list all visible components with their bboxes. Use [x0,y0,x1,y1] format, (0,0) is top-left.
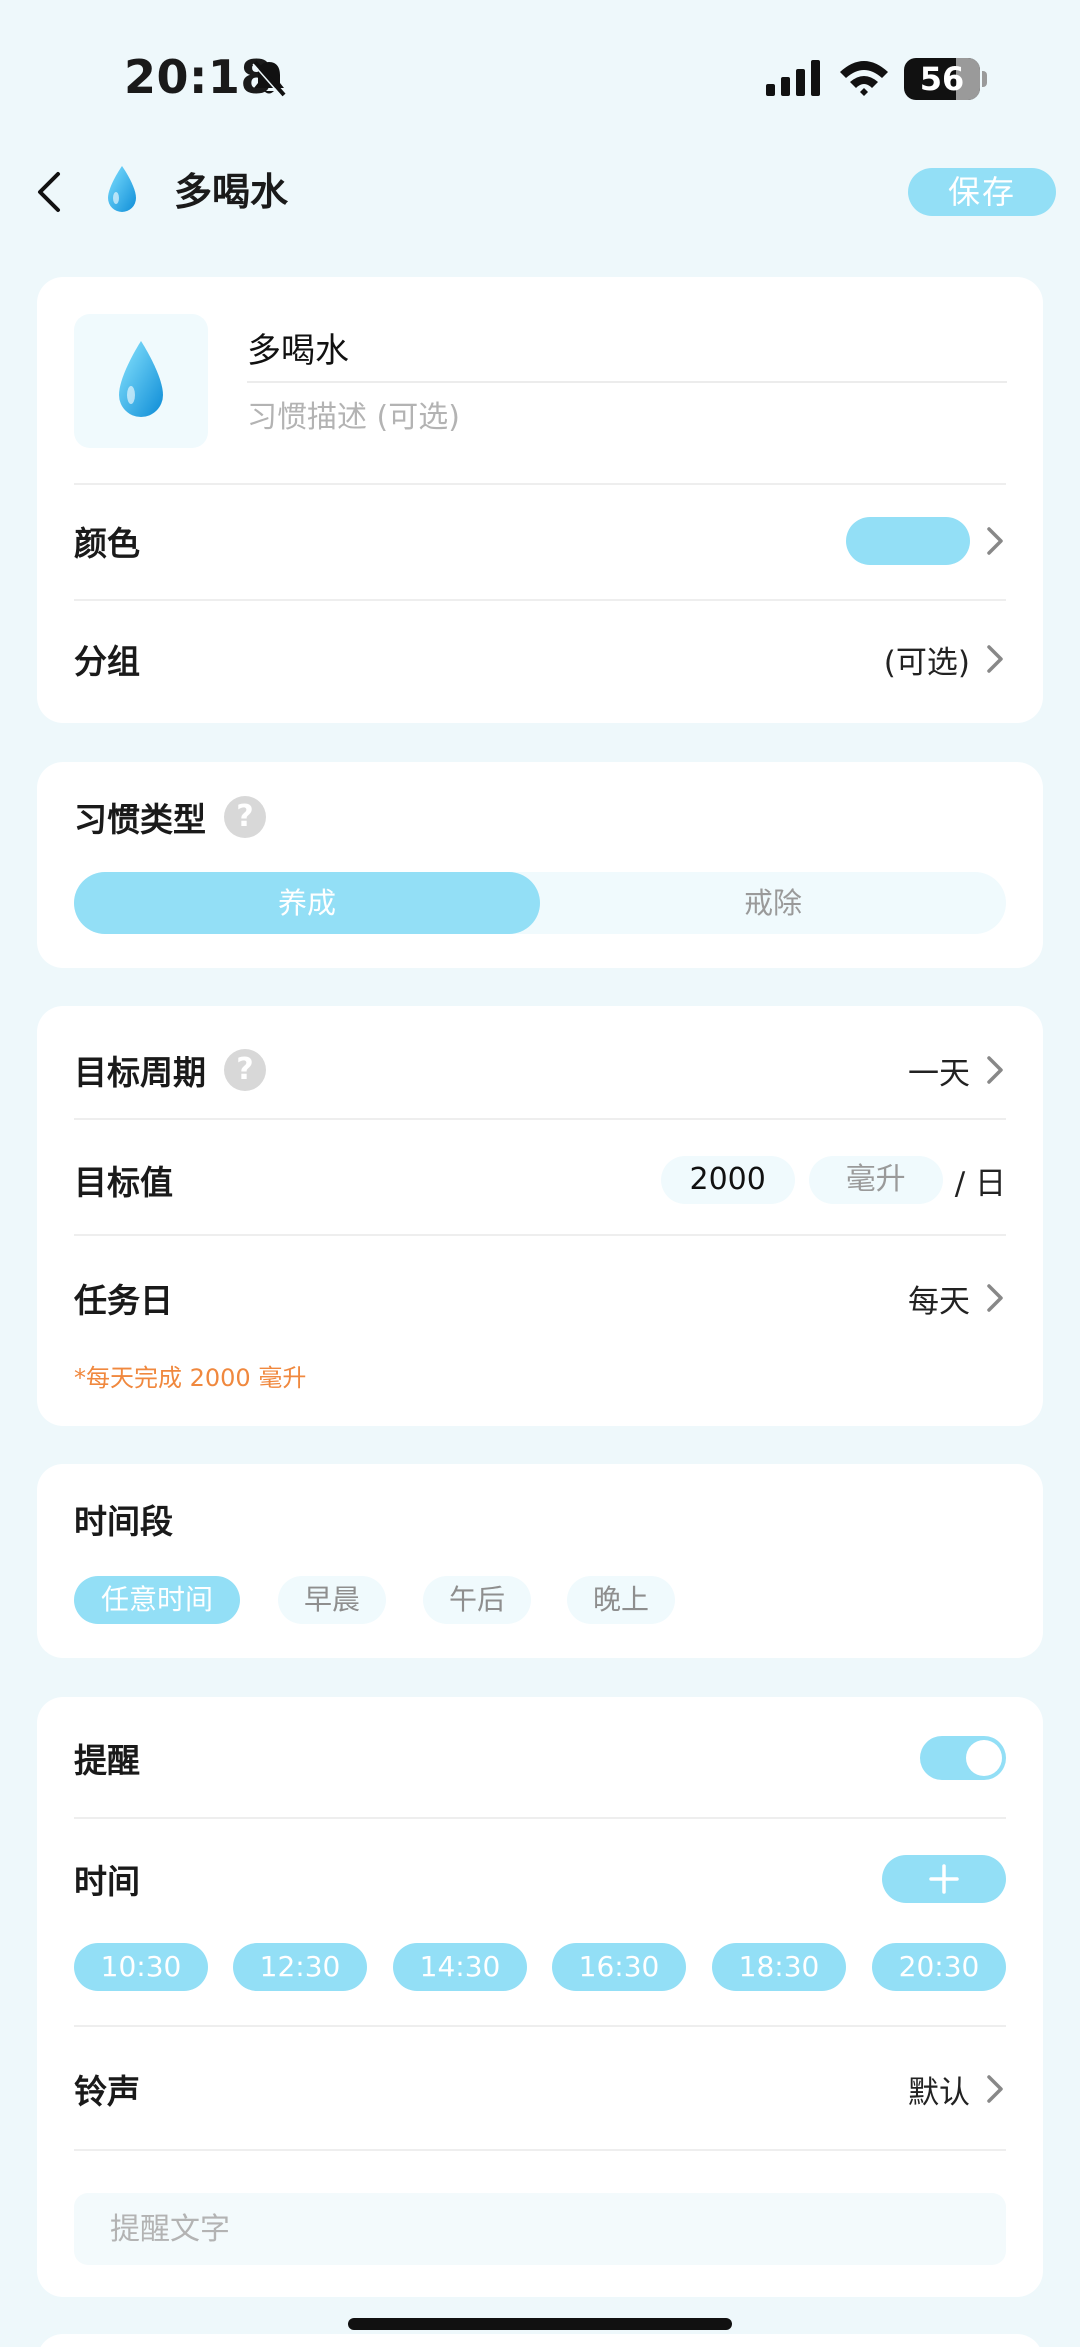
status-bar: 20:18 56 [0,0,1080,160]
chevron-right-icon [987,1056,1003,1084]
task-days-row[interactable]: 任务日 每天 [74,1242,1006,1354]
time-period-any[interactable]: 任意时间 [74,1576,240,1624]
nav-bar: 多喝水 保存 [0,150,1080,234]
divider [74,1234,1006,1236]
task-days-value: 每天 [908,1283,970,1320]
chevron-right-icon [987,1284,1003,1312]
reminder-time-chip[interactable]: 10:30 [74,1943,208,1991]
group-row[interactable]: 分组 (可选) [74,603,1006,715]
page-title: 多喝水 [174,170,289,214]
time-period-label: 时间段 [74,1502,173,1541]
group-label: 分组 [74,642,140,681]
goal-target-row: 目标值 2000 毫升 / 日 [74,1124,1006,1236]
reminder-time-label: 时间 [74,1862,140,1901]
habit-icon-picker[interactable] [74,314,208,448]
goal-target-label: 目标值 [74,1163,173,1202]
time-period-header: 时间段 [74,1464,1006,1574]
ringtone-label: 铃声 [74,2072,140,2111]
reminder-label: 提醒 [74,1741,140,1780]
divider [74,1817,1006,1819]
time-period-evening[interactable]: 晚上 [567,1576,675,1624]
goal-card: 目标周期 ? 一天 目标值 2000 毫升 / 日 任务日 每天 *每天完成 2… [37,1006,1043,1426]
habit-type-header: 习惯类型 ? [74,762,1006,872]
task-days-label: 任务日 [74,1281,173,1320]
reminder-toggle[interactable] [920,1736,1006,1780]
reminder-time-chip[interactable]: 14:30 [393,1943,527,1991]
habit-type-selector: 养成 戒除 [74,872,1006,934]
toggle-knob [966,1740,1002,1776]
divider [74,2025,1006,2027]
time-period-morning[interactable]: 早晨 [278,1576,386,1624]
water-drop-icon [119,341,163,417]
goal-period-value: 一天 [908,1055,970,1092]
ringtone-value: 默认 [908,2074,970,2111]
chevron-right-icon [987,2075,1003,2103]
goal-period-label: 目标周期 [74,1053,206,1092]
habit-type-card: 习惯类型 ? 养成 戒除 [37,762,1043,968]
reminder-time-header: 时间 [74,1823,1006,1935]
reminder-toggle-row: 提醒 [74,1697,1006,1819]
color-label: 颜色 [74,524,140,563]
habit-type-build[interactable]: 养成 [74,872,540,934]
habit-type-quit[interactable]: 戒除 [540,872,1006,934]
wifi-icon [840,61,888,96]
goal-period-row[interactable]: 目标周期 ? 一天 [74,1014,1006,1126]
signal-icon [766,60,820,96]
bell-slash-icon [252,60,286,98]
water-drop-icon [108,166,136,212]
target-per-label: / 日 [954,1165,1006,1202]
help-icon[interactable]: ? [224,796,266,838]
habit-info-card: 颜色 分组 (可选) [37,277,1043,723]
reminder-time-chip[interactable]: 18:30 [712,1943,846,1991]
time-period-afternoon[interactable]: 午后 [423,1576,531,1624]
back-arrow-icon[interactable] [30,166,70,218]
help-icon[interactable]: ? [224,1049,266,1091]
divider [74,1118,1006,1120]
color-row[interactable]: 颜色 [74,485,1006,597]
divider [74,2149,1006,2151]
group-value: (可选) [883,644,970,681]
chevron-right-icon [987,527,1003,555]
divider [74,599,1006,601]
home-indicator[interactable] [348,2318,732,2330]
plus-icon [929,1864,959,1894]
time-period-card: 时间段 任意时间 早晨 午后 晚上 [37,1464,1043,1658]
reminder-time-chip[interactable]: 20:30 [872,1943,1006,1991]
chevron-right-icon [987,645,1003,673]
battery-level: 56 [919,60,965,98]
name-underline [247,381,1007,383]
reminder-time-chip[interactable]: 16:30 [552,1943,686,1991]
save-button[interactable]: 保存 [908,168,1056,216]
next-card-peek [37,2334,1043,2347]
habit-description-input[interactable] [247,387,1007,447]
battery-icon: 56 [904,58,980,100]
habit-type-label: 习惯类型 [74,800,206,839]
goal-hint: *每天完成 2000 毫升 [74,1364,307,1392]
ringtone-row[interactable]: 铃声 默认 [74,2031,1006,2147]
target-value-input[interactable]: 2000 [660,1156,795,1204]
habit-name-input[interactable] [247,319,1007,375]
reminder-card: 提醒 时间 10:30 12:30 14:30 16:30 18:30 20:3… [37,1697,1043,2297]
reminder-time-chip[interactable]: 12:30 [233,1943,367,1991]
color-swatch[interactable] [846,517,970,565]
add-time-button[interactable] [882,1855,1006,1903]
target-unit-select[interactable]: 毫升 [808,1156,943,1204]
reminder-text-input[interactable] [74,2193,1006,2265]
battery-tip [982,71,987,87]
